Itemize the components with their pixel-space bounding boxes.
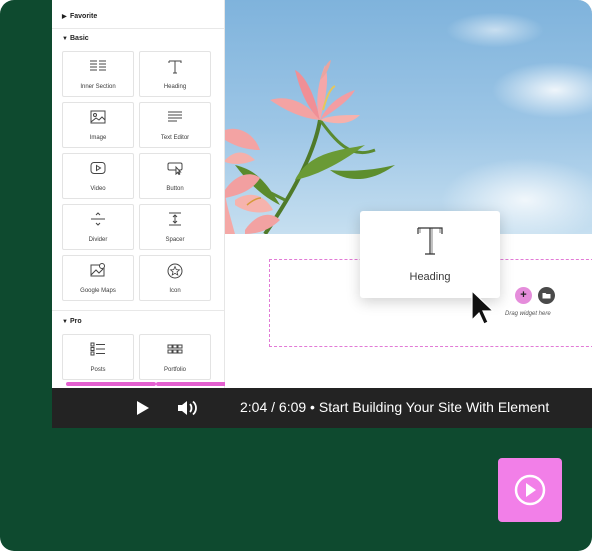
folder-icon xyxy=(542,293,551,299)
widget-spacer[interactable]: Spacer xyxy=(139,204,211,250)
caret-down-icon: ▼ xyxy=(62,36,68,42)
video-frame: ▶Favorite ▼Basic Inner Section Heading xyxy=(0,0,592,551)
portfolio-icon xyxy=(140,342,210,360)
widget-heading[interactable]: Heading xyxy=(139,51,211,97)
flowers-image xyxy=(225,60,395,234)
star-icon xyxy=(140,263,210,281)
button-icon xyxy=(140,161,210,179)
progress-highlight xyxy=(66,382,156,386)
drop-hint: Drag widget here xyxy=(505,311,551,317)
widgets-panel: ▶Favorite ▼Basic Inner Section Heading xyxy=(52,0,232,388)
widget-portfolio[interactable]: Portfolio xyxy=(139,334,211,380)
widget-icon[interactable]: Icon xyxy=(139,255,211,301)
section-basic[interactable]: ▼ Basic xyxy=(62,35,89,42)
play-circle-icon xyxy=(514,474,546,506)
video-icon xyxy=(63,161,133,179)
play-button[interactable] xyxy=(136,400,150,421)
widget-google-maps[interactable]: Google Maps xyxy=(62,255,134,301)
divider xyxy=(52,28,224,29)
inner-section-icon xyxy=(63,59,133,77)
widget-posts[interactable]: Posts xyxy=(62,334,134,380)
video-status-text: 2:04 / 6:09 • Start Building Your Site W… xyxy=(240,399,549,415)
spacer-icon xyxy=(140,212,210,230)
add-section-button[interactable]: + xyxy=(515,287,532,304)
section-pro[interactable]: ▼ Pro xyxy=(62,318,82,325)
progress-highlight xyxy=(156,382,232,386)
image-icon xyxy=(63,110,133,128)
dragged-heading-widget[interactable]: Heading xyxy=(360,211,500,298)
volume-icon xyxy=(178,400,197,416)
template-library-button[interactable] xyxy=(538,287,555,304)
caret-down-icon: ▼ xyxy=(62,319,68,325)
text-editor-icon xyxy=(140,110,210,128)
video-time: 2:04 / 6:09 xyxy=(240,399,307,415)
heading-icon xyxy=(140,59,210,77)
heading-icon xyxy=(360,225,500,262)
caret-right-icon: ▶ xyxy=(62,14,67,20)
widget-button[interactable]: Button xyxy=(139,153,211,199)
widget-divider[interactable]: Divider xyxy=(62,204,134,250)
editor-canvas: Heading + Drag widget here xyxy=(225,0,592,388)
video-controls: 2:04 / 6:09 • Start Building Your Site W… xyxy=(52,388,592,428)
widget-image[interactable]: Image xyxy=(62,102,134,148)
divider-icon xyxy=(63,212,133,230)
mouse-pointer-icon xyxy=(471,289,497,331)
posts-icon xyxy=(63,342,133,360)
widget-text-editor[interactable]: Text Editor xyxy=(139,102,211,148)
section-favorite[interactable]: ▶ Favorite xyxy=(62,13,97,20)
editor-screenshot: ▶Favorite ▼Basic Inner Section Heading xyxy=(52,0,592,388)
volume-button[interactable] xyxy=(177,399,199,422)
video-title: Start Building Your Site With Element xyxy=(318,399,550,415)
play-icon xyxy=(137,401,149,415)
divider xyxy=(52,310,224,311)
big-play-button[interactable] xyxy=(498,458,562,522)
hero-image xyxy=(225,0,592,234)
widget-video[interactable]: Video xyxy=(62,153,134,199)
map-icon xyxy=(63,263,133,281)
separator: • xyxy=(306,399,319,415)
widget-inner-section[interactable]: Inner Section xyxy=(62,51,134,97)
